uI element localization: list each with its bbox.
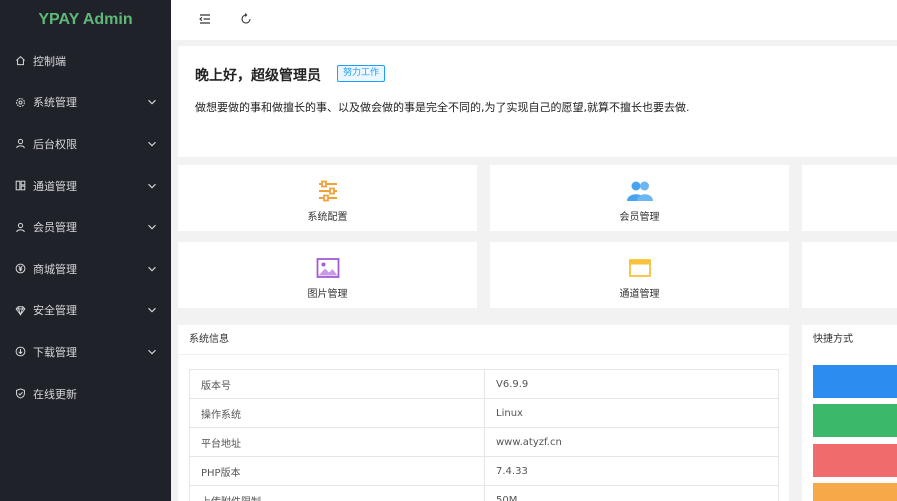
table-row: 操作系统 Linux bbox=[189, 398, 779, 428]
home-icon bbox=[14, 55, 26, 67]
settings-icon bbox=[14, 96, 26, 108]
image-icon bbox=[316, 258, 339, 278]
sidebar-item-label: 下载管理 bbox=[33, 345, 77, 359]
users-icon bbox=[626, 181, 653, 201]
shortcut-button-orange[interactable] bbox=[813, 483, 897, 501]
user-icon bbox=[14, 221, 26, 233]
app-icon bbox=[14, 180, 26, 192]
info-value: V6.9.9 bbox=[484, 369, 779, 399]
diamond-icon bbox=[14, 304, 26, 316]
menu-toggle-button[interactable] bbox=[195, 9, 215, 29]
quick-link-label: 图片管理 bbox=[307, 289, 348, 300]
info-value: www.atyzf.cn bbox=[484, 427, 779, 457]
quick-link-tile[interactable] bbox=[802, 242, 897, 308]
yen-icon bbox=[14, 263, 26, 275]
table-row: PHP版本 7.4.33 bbox=[189, 456, 779, 486]
info-value: Linux bbox=[484, 398, 779, 428]
chevron-down-icon bbox=[148, 266, 156, 272]
sidebar-item-label: 在线更新 bbox=[33, 387, 77, 401]
sidebar-item-downloads[interactable]: 下载管理 bbox=[0, 331, 171, 373]
sidebar-item-security[interactable]: 安全管理 bbox=[0, 290, 171, 332]
refresh-icon bbox=[241, 13, 251, 24]
greeting-card: 晚上好，超级管理员 努力工作 做想要做的事和做擅长的事、以及做会做的事是完全不同… bbox=[178, 46, 897, 157]
shortcuts-card: 快捷方式 bbox=[802, 325, 897, 501]
system-info-card: 系统信息 版本号 V6.9.9 操作系统 Linux 平台地址 www.atyz… bbox=[178, 325, 789, 501]
chevron-down-icon bbox=[148, 349, 156, 355]
chevron-down-icon bbox=[148, 100, 156, 105]
table-row: 版本号 V6.9.9 bbox=[189, 369, 779, 399]
quick-link-members[interactable]: 会员管理 bbox=[490, 165, 789, 231]
quick-link-label: 会员管理 bbox=[619, 212, 660, 223]
quick-link-label: 系统配置 bbox=[307, 212, 348, 223]
greeting-quote: 做想要做的事和做擅长的事、以及做会做的事是完全不同的,为了实现自己的愿望,就算不… bbox=[195, 101, 690, 114]
info-value: 7.4.33 bbox=[484, 456, 779, 486]
quick-link-system-config[interactable]: 系统配置 bbox=[178, 165, 477, 231]
sidebar-item-channels[interactable]: 通道管理 bbox=[0, 165, 171, 207]
sliders-icon bbox=[318, 180, 337, 202]
quick-link-channels[interactable]: 通道管理 bbox=[490, 242, 789, 308]
info-key: PHP版本 bbox=[189, 456, 485, 486]
sidebar-item-online-update[interactable]: 在线更新 bbox=[0, 373, 171, 415]
info-key: 上传附件限制 bbox=[189, 485, 485, 501]
sidebar-item-label: 控制端 bbox=[33, 54, 66, 68]
greeting-title: 晚上好，超级管理员 bbox=[195, 68, 321, 84]
sidebar-item-label: 后台权限 bbox=[33, 137, 77, 151]
sidebar-item-label: 安全管理 bbox=[33, 304, 77, 318]
shortcut-button-blue[interactable] bbox=[813, 365, 897, 398]
sidebar-item-system[interactable]: 系统管理 bbox=[0, 82, 171, 124]
info-key: 操作系统 bbox=[189, 398, 485, 428]
sidebar-item-admin-permissions[interactable]: 后台权限 bbox=[0, 123, 171, 165]
table-row: 上传附件限制 50M bbox=[189, 485, 779, 501]
shortcuts-title: 快捷方式 bbox=[813, 334, 853, 345]
sidebar-item-dashboard[interactable]: 控制端 bbox=[0, 40, 171, 82]
chevron-down-icon bbox=[148, 224, 156, 230]
sidebar-item-label: 系统管理 bbox=[33, 96, 77, 110]
sidebar-item-members[interactable]: 会员管理 bbox=[0, 206, 171, 248]
sidebar-item-label: 通道管理 bbox=[33, 179, 77, 193]
shortcut-button-red[interactable] bbox=[813, 444, 897, 477]
shortcut-button-green[interactable] bbox=[813, 404, 897, 437]
info-key: 版本号 bbox=[189, 369, 485, 399]
refresh-button[interactable] bbox=[236, 9, 256, 29]
system-info-table: 版本号 V6.9.9 操作系统 Linux 平台地址 www.atyzf.cn … bbox=[189, 369, 779, 501]
shield-check-icon bbox=[14, 388, 26, 400]
sidebar-nav: 控制端 系统管理 后台权限 通道管理 会员管理 商城管理 安全管理 下载管理 在… bbox=[0, 40, 171, 414]
top-bar bbox=[171, 0, 897, 40]
user-icon bbox=[14, 138, 26, 150]
chevron-down-icon bbox=[148, 183, 156, 189]
chevron-down-icon bbox=[148, 308, 156, 313]
info-key: 平台地址 bbox=[189, 427, 485, 457]
quick-link-tile[interactable] bbox=[802, 165, 897, 231]
sidebar-item-label: 会员管理 bbox=[33, 221, 77, 235]
sidebar: YPAY Admin 控制端 系统管理 后台权限 通道管理 会员管理 商城管理 … bbox=[0, 0, 171, 501]
quick-link-label: 通道管理 bbox=[619, 289, 660, 300]
status-badge: 努力工作 bbox=[337, 65, 386, 82]
chevron-down-icon bbox=[148, 141, 156, 147]
window-icon bbox=[628, 259, 651, 277]
download-icon bbox=[14, 346, 26, 358]
sidebar-item-label: 商城管理 bbox=[33, 262, 77, 276]
brand-logo[interactable]: YPAY Admin bbox=[0, 0, 171, 40]
quick-link-images[interactable]: 图片管理 bbox=[178, 242, 477, 308]
indent-icon bbox=[199, 14, 210, 24]
sidebar-item-mall[interactable]: 商城管理 bbox=[0, 248, 171, 290]
table-row: 平台地址 www.atyzf.cn bbox=[189, 427, 779, 457]
info-value: 50M bbox=[484, 485, 779, 501]
system-info-title: 系统信息 bbox=[178, 325, 789, 355]
